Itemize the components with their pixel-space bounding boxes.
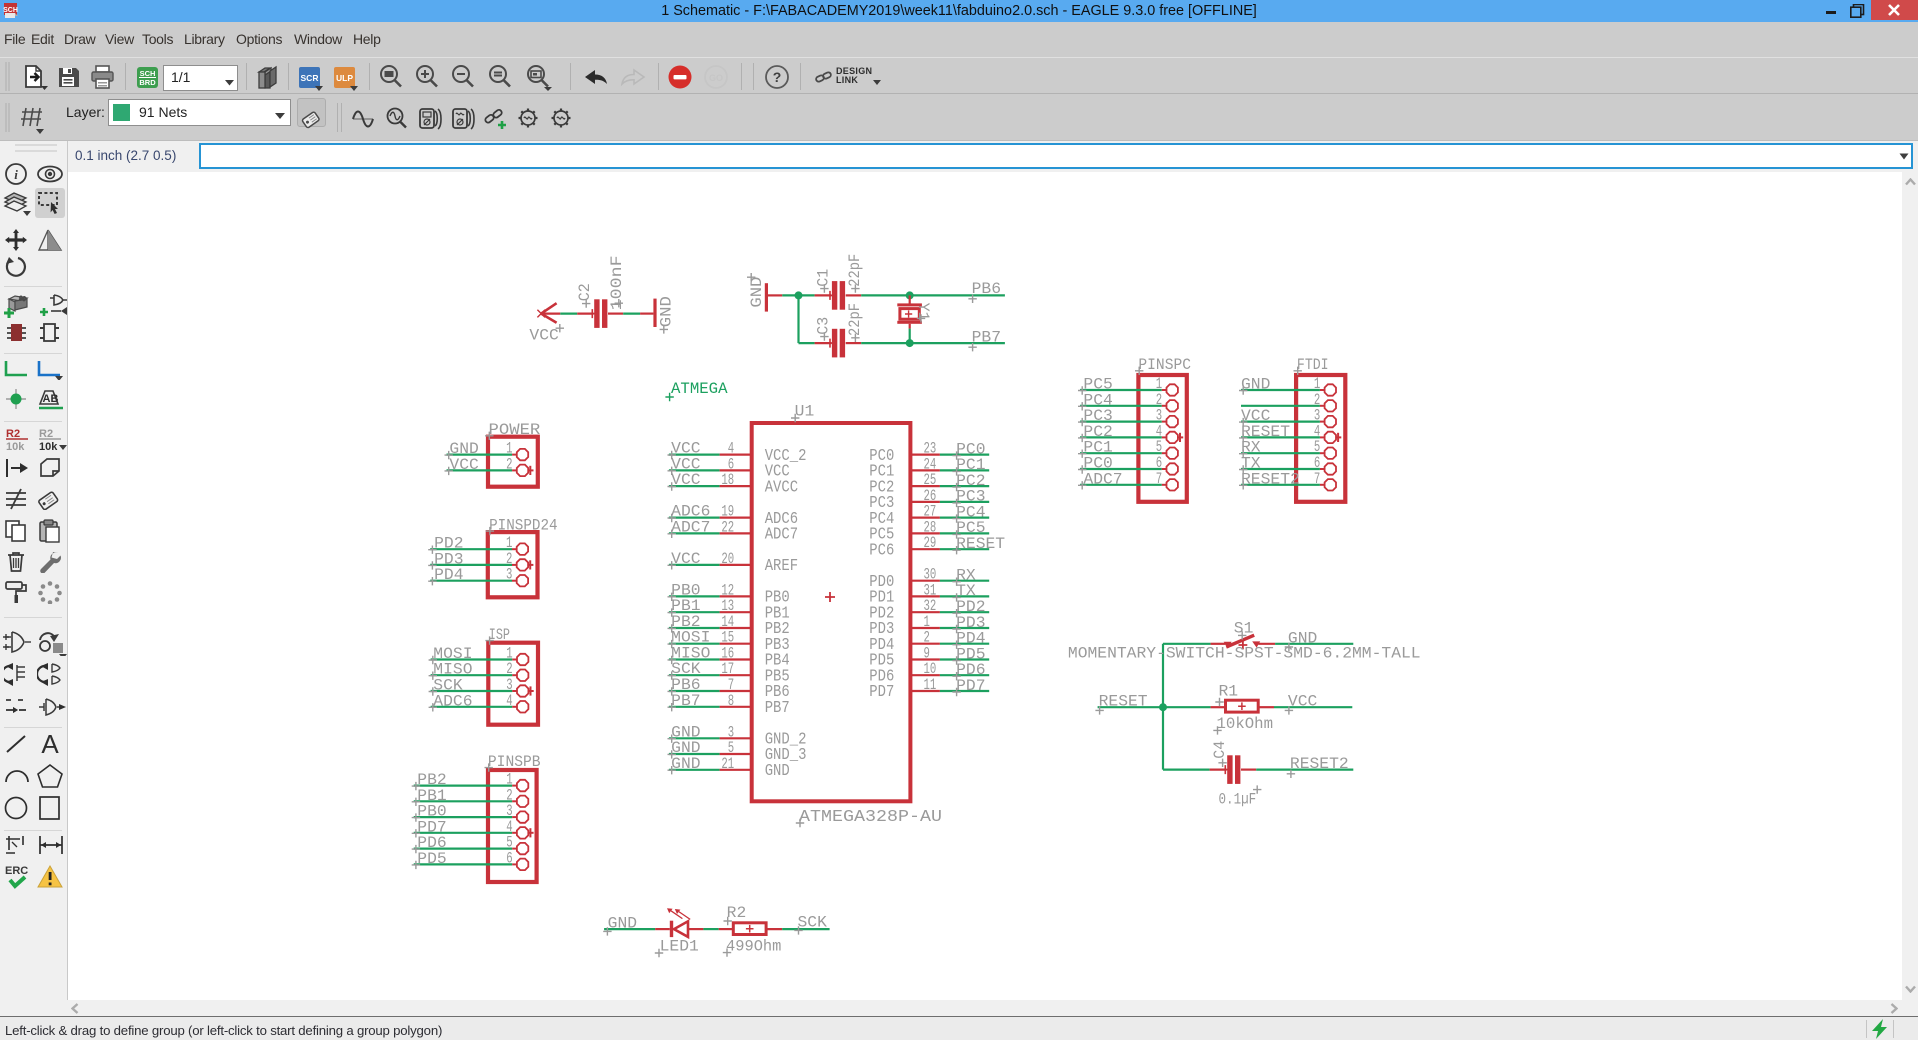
svg-text:GO: GO [709, 73, 723, 83]
svg-text:10k: 10k [6, 441, 25, 451]
svg-text:?: ? [773, 69, 782, 85]
svg-text:SCR: SCR [301, 73, 319, 83]
svg-text:AB: AB [43, 393, 59, 405]
svg-text:BRD: BRD [139, 78, 156, 87]
svg-text:10k: 10k [39, 441, 58, 451]
svg-text:i: i [14, 167, 18, 182]
svg-text:ULP: ULP [336, 73, 353, 83]
svg-text:SCH: SCH [140, 69, 156, 78]
svg-text:ERC: ERC [5, 865, 28, 877]
svg-text:A: A [41, 730, 59, 758]
